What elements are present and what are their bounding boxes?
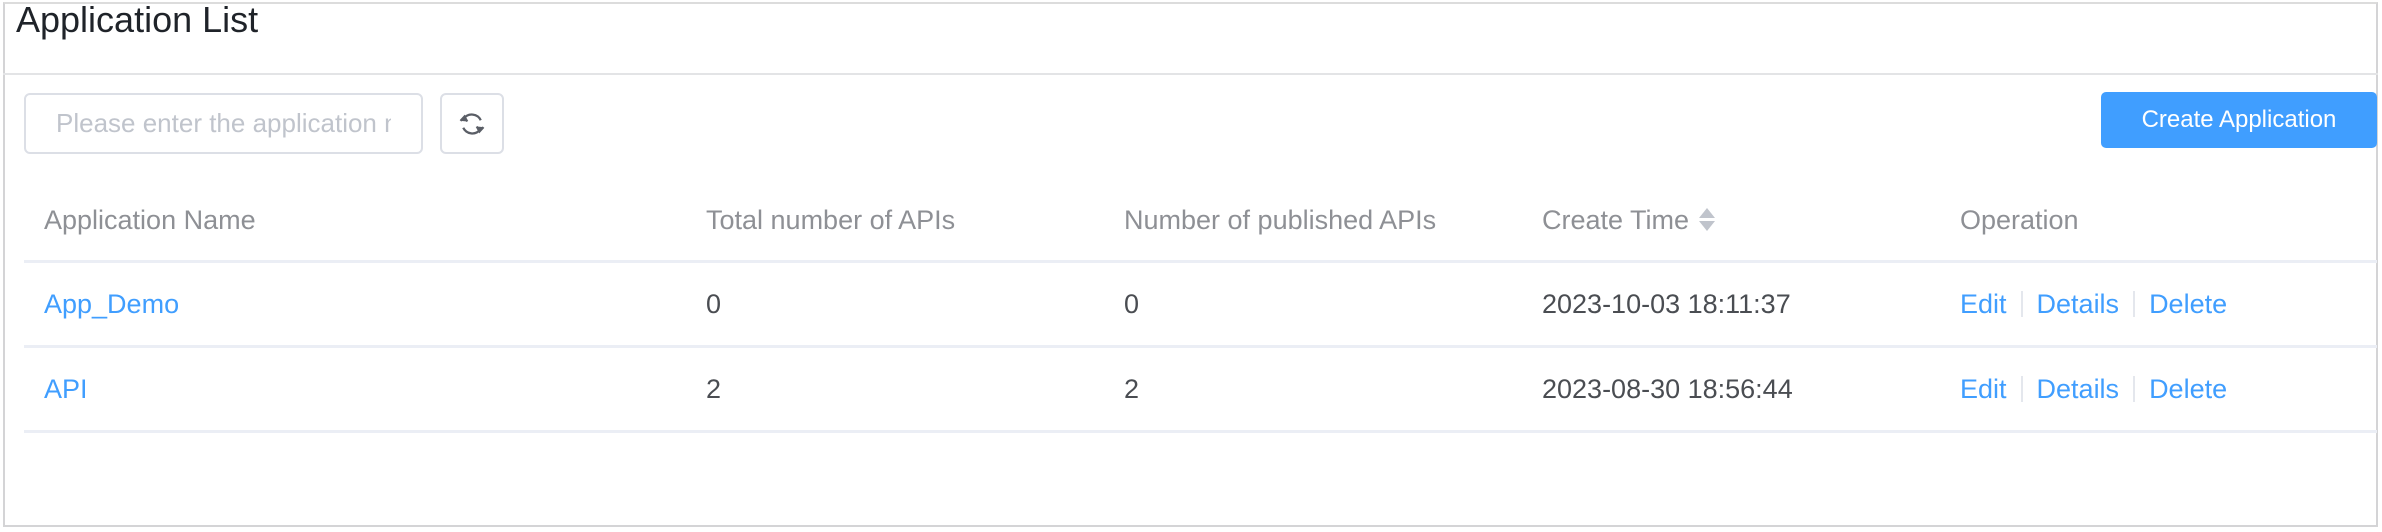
refresh-icon	[459, 113, 485, 134]
total-apis-cell: 0	[706, 288, 722, 319]
create-time-cell: 2023-08-30 18:56:44	[1542, 373, 1793, 404]
column-header-create-time[interactable]: Create Time	[1542, 180, 1716, 260]
details-link[interactable]: Details	[2037, 289, 2120, 320]
published-apis-cell: 2	[1124, 373, 1140, 404]
action-separator	[2133, 376, 2136, 402]
create-application-button[interactable]: Create Application	[2101, 92, 2377, 148]
column-header-total-apis: Total number of APIs	[706, 204, 956, 235]
sort-caret-icon[interactable]	[1699, 207, 1716, 233]
total-apis-cell: 2	[706, 373, 722, 404]
action-separator	[2133, 291, 2136, 317]
application-name-link[interactable]: API	[44, 374, 88, 405]
action-separator	[2020, 291, 2023, 317]
action-separator	[2020, 376, 2023, 402]
table-header-row: Application Name Total number of APIs Nu…	[24, 180, 2377, 263]
column-header-application-name: Application Name	[44, 204, 256, 235]
refresh-button[interactable]	[440, 93, 504, 154]
application-table: Application Name Total number of APIs Nu…	[24, 180, 2377, 433]
sort-ascending-icon[interactable]	[1699, 208, 1716, 218]
create-time-cell: 2023-10-03 18:11:37	[1542, 288, 1791, 319]
application-search-input[interactable]	[24, 93, 423, 154]
table-row: App_Demo 0 0 2023-10-03 18:11:37 Edit De…	[24, 263, 2377, 348]
operation-cell: Edit Details Delete	[1960, 263, 2227, 345]
edit-link[interactable]: Edit	[1960, 289, 2007, 320]
details-link[interactable]: Details	[2037, 374, 2120, 405]
column-header-create-time-label: Create Time	[1542, 204, 1690, 235]
table-row: API 2 2 2023-08-30 18:56:44 Edit Details…	[24, 348, 2377, 433]
published-apis-cell: 0	[1124, 288, 1140, 319]
operation-cell: Edit Details Delete	[1960, 348, 2227, 430]
sort-descending-icon[interactable]	[1699, 221, 1716, 231]
edit-link[interactable]: Edit	[1960, 374, 2007, 405]
page-title: Application List	[16, 0, 259, 40]
delete-link[interactable]: Delete	[2149, 289, 2227, 320]
column-header-operation: Operation	[1960, 204, 2079, 235]
title-divider	[3, 73, 2378, 75]
column-header-published-apis: Number of published APIs	[1124, 204, 1437, 235]
delete-link[interactable]: Delete	[2149, 374, 2227, 405]
application-name-link[interactable]: App_Demo	[44, 289, 179, 320]
